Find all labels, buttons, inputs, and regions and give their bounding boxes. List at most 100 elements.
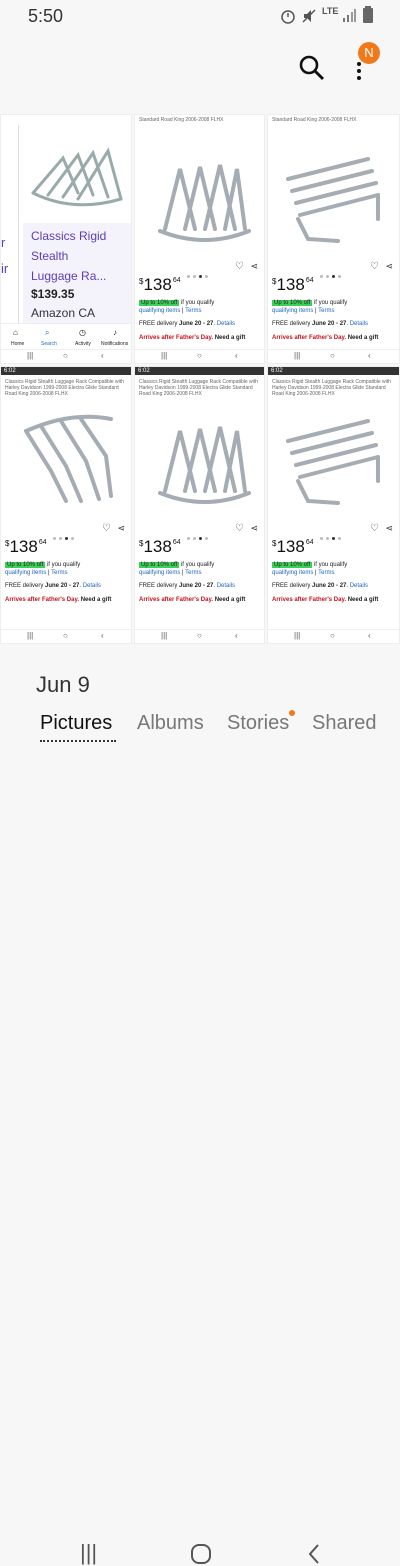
heart-icon[interactable]: ♡	[102, 523, 111, 534]
promo-separator: |	[182, 570, 184, 576]
product-price: $13864	[272, 275, 314, 295]
promo-text: if you qualify	[313, 300, 348, 306]
promo-line: Up to 10% off if you qualify qualifying i…	[272, 561, 396, 577]
gift-text: Need a gift	[347, 597, 379, 603]
arrives-line: Arrives after Father's Day. Need a gift	[139, 597, 245, 603]
details-link[interactable]: Details	[350, 583, 368, 589]
promo-separator: |	[315, 570, 317, 576]
tab-shared[interactable]: Shared	[312, 712, 400, 735]
promo-line: Up to 10% off if you qualify qualifying i…	[139, 561, 263, 577]
back-icon: ‹	[101, 351, 104, 360]
notification-badge: N	[358, 42, 380, 64]
delivery-dates: June 20 - 27	[179, 321, 214, 327]
promo-badge: Up to 10% off	[139, 300, 180, 306]
delivery-line: FREE delivery June 20 - 27. Details	[139, 321, 236, 327]
product-caption: Classics Rigid Stealth Luggage Rack Comp…	[139, 379, 258, 397]
recents-icon: |||	[27, 631, 34, 640]
back-button[interactable]	[306, 1543, 322, 1565]
delivery-text: FREE delivery	[272, 583, 311, 589]
grid-item[interactable]: Standard Road King 2006-2008 FLHX ♡ ⋖ $1386…	[134, 114, 265, 364]
app-bottom-nav: Home Search Activity Notifications ⌂ ⌕ ◷…	[1, 323, 131, 349]
promo-text: if you qualify	[313, 562, 348, 568]
recents-icon: |||	[27, 351, 34, 360]
result-title-line: Classics Rigid	[31, 229, 107, 243]
gift-text: Need a gift	[347, 335, 379, 341]
gift-text: Need a gift	[214, 335, 246, 341]
price-cents: 64	[172, 277, 181, 284]
terms-link[interactable]: Terms	[51, 570, 67, 576]
qualifying-items-link[interactable]: qualifying items	[272, 570, 313, 576]
qualifying-items-link[interactable]: qualifying items	[5, 570, 46, 576]
product-image	[31, 147, 123, 207]
heart-icon[interactable]: ♡	[370, 261, 379, 272]
tab-stories[interactable]: Stories	[227, 712, 289, 735]
product-image	[286, 157, 380, 243]
product-image	[24, 414, 113, 503]
activity-icon: ◷	[79, 328, 86, 337]
product-caption: Standard Road King 2006-2008 FLHX	[139, 117, 224, 123]
delivery-line: FREE delivery June 20 - 27. Details	[272, 321, 369, 327]
arrives-text: Arrives after Father's Day.	[5, 597, 80, 603]
heart-icon[interactable]: ♡	[370, 523, 379, 534]
details-link[interactable]: Details	[350, 321, 368, 327]
share-icon[interactable]: ⋖	[250, 523, 258, 534]
share-icon[interactable]: ⋖	[117, 523, 125, 534]
delivery-text: FREE delivery	[5, 583, 44, 589]
product-image	[158, 164, 251, 242]
arrives-text: Arrives after Father's Day.	[139, 335, 214, 341]
qualifying-items-link[interactable]: qualifying items	[272, 308, 313, 314]
terms-link[interactable]: Terms	[185, 308, 201, 314]
delivery-line: FREE delivery June 20 - 27. Details	[5, 583, 102, 589]
home-circle-icon: ○	[63, 631, 68, 640]
left-partial-text: ir	[1, 261, 9, 276]
recents-icon: |||	[161, 631, 168, 640]
price-cents: 64	[38, 539, 47, 546]
back-icon: ‹	[101, 631, 104, 640]
battery-icon	[363, 6, 373, 23]
mini-system-nav: ||| ○ ‹	[1, 349, 131, 363]
share-icon[interactable]: ⋖	[385, 261, 393, 272]
home-button[interactable]	[190, 1543, 212, 1565]
tab-pictures[interactable]: Pictures	[40, 712, 112, 735]
lte-icon: LTE	[322, 6, 339, 16]
promo-badge: Up to 10% off	[272, 562, 313, 568]
grid-item[interactable]: r ir Classics Rigid Stealth Luggage Ra..…	[0, 114, 132, 364]
search-button[interactable]	[296, 52, 328, 84]
date-label: Jun 9	[36, 672, 90, 697]
home-icon: ⌂	[13, 328, 18, 337]
heart-icon[interactable]: ♡	[235, 261, 244, 272]
product-image	[158, 426, 251, 504]
grid-item[interactable]: 6:02 Classics Rigid Stealth Luggage Rack …	[0, 366, 132, 644]
details-link[interactable]: Details	[217, 321, 235, 327]
details-link[interactable]: Details	[83, 583, 101, 589]
nav-notifications: Notifications	[101, 341, 129, 347]
promo-text: if you qualify	[180, 562, 215, 568]
arrives-line: Arrives after Father's Day. Need a gift	[5, 597, 111, 603]
terms-link[interactable]: Terms	[318, 570, 334, 576]
mute-icon	[302, 9, 316, 23]
terms-link[interactable]: Terms	[185, 570, 201, 576]
mini-system-nav: ||| ○ ‹	[135, 349, 264, 363]
status-time: 5:50	[28, 6, 64, 26]
qualifying-items-link[interactable]: qualifying items	[139, 570, 180, 576]
mini-system-nav: ||| ○ ‹	[135, 629, 264, 643]
share-icon[interactable]: ⋖	[385, 523, 393, 534]
grid-item[interactable]: 6:02 Classics Rigid Stealth Luggage Rack …	[134, 366, 265, 644]
details-link[interactable]: Details	[217, 583, 235, 589]
tab-albums[interactable]: Albums	[137, 712, 204, 735]
delivery-dates: June 20 - 27	[179, 583, 214, 589]
terms-link[interactable]: Terms	[318, 308, 334, 314]
promo-badge: Up to 10% off	[272, 300, 313, 306]
qualifying-items-link[interactable]: qualifying items	[139, 308, 180, 314]
recent-apps-button[interactable]: |||	[80, 1540, 97, 1566]
share-icon[interactable]: ⋖	[250, 261, 258, 272]
promo-badge: Up to 10% off	[5, 562, 46, 568]
grid-item[interactable]: Standard Road King 2006-2008 FLHX ♡ ⋖ $1386…	[267, 114, 400, 364]
mini-system-nav: ||| ○ ‹	[1, 629, 131, 643]
heart-icon[interactable]: ♡	[235, 523, 244, 534]
alarm-icon	[281, 10, 295, 24]
delivery-line: FREE delivery June 20 - 27. Details	[139, 583, 236, 589]
grid-item[interactable]: 6:02 Classics Rigid Stealth Luggage Rack …	[267, 366, 400, 644]
active-tab-indicator	[40, 740, 116, 742]
search-icon	[299, 55, 325, 81]
